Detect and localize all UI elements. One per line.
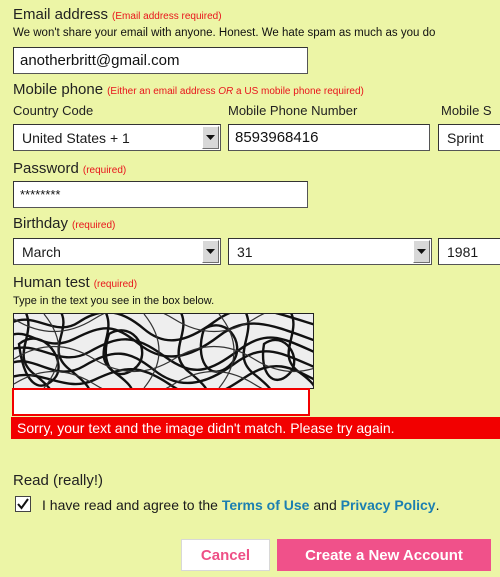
email-privacy-note: We won't share your email with anyone. H… (13, 27, 436, 39)
terms-agreement-text: I have read and agree to the Terms of Us… (42, 497, 440, 513)
chevron-down-icon[interactable] (413, 240, 430, 263)
mobile-number-label: Mobile Phone Number (228, 103, 358, 118)
birthday-required-note: (required) (72, 220, 116, 231)
chevron-down-icon[interactable] (202, 126, 219, 149)
birthday-label: Birthday (required) (13, 215, 116, 232)
cancel-button[interactable]: Cancel (181, 539, 270, 571)
create-account-button[interactable]: Create a New Account (277, 539, 491, 571)
birth-month-select[interactable]: March (13, 238, 221, 265)
carrier-select[interactable]: Sprint (438, 124, 500, 151)
captcha-image (13, 313, 314, 389)
country-code-value: United States + 1 (22, 130, 130, 146)
terms-of-use-link[interactable]: Terms of Use (222, 497, 310, 513)
birth-year-value: 1981 (447, 244, 479, 260)
mobile-label: Mobile phone (Either an email address OR … (13, 81, 364, 98)
birth-year-select[interactable]: 1981 (438, 238, 500, 265)
terms-checkbox[interactable] (15, 496, 31, 512)
chevron-down-icon[interactable] (202, 240, 219, 263)
carrier-value: Sprint (447, 130, 484, 146)
checkmark-icon (17, 498, 29, 510)
terms-heading: Read (really!) (13, 472, 104, 489)
human-test-label: Human test (required) (13, 274, 138, 291)
mobile-required-note: (Either an email address OR a US mobile … (107, 86, 364, 97)
captcha-input[interactable] (12, 388, 310, 416)
country-code-label: Country Code (13, 103, 94, 118)
password-label: Password (required) (13, 160, 127, 177)
birth-day-select[interactable]: 31 (228, 238, 432, 265)
email-label: Email address (Email address required) (13, 6, 222, 23)
human-test-required-note: (required) (93, 279, 138, 290)
birth-month-value: March (22, 244, 61, 260)
country-code-select[interactable]: United States + 1 (13, 124, 221, 151)
privacy-policy-link[interactable]: Privacy Policy (341, 497, 436, 513)
birth-day-value: 31 (237, 244, 253, 260)
password-required-note: (required) (82, 165, 127, 176)
captcha-instruction: Type in the text you see in the box belo… (13, 295, 215, 307)
mobile-number-field[interactable]: 8593968416 (228, 124, 430, 151)
password-field[interactable]: ******** (13, 181, 308, 208)
carrier-label: Mobile S (441, 103, 492, 118)
email-field[interactable]: anotherbritt@gmail.com (13, 47, 308, 74)
email-required-note: (Email address required) (112, 11, 222, 22)
captcha-error-message: Sorry, your text and the image didn't ma… (11, 417, 500, 439)
